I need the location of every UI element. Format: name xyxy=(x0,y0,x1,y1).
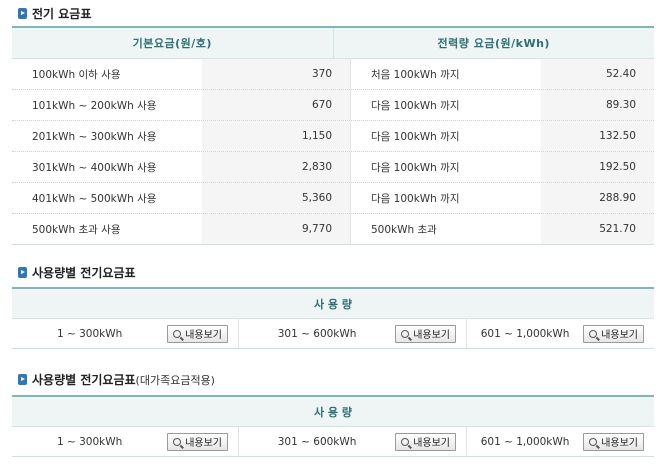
view-details-button[interactable]: 내용보기 xyxy=(583,432,644,451)
energy-value: 89.30 xyxy=(541,90,654,120)
basic-value: 370 xyxy=(202,59,351,89)
rate-table-header: 기본요금(원/호) 전력량 요금(원/kWh) xyxy=(12,28,654,59)
energy-value: 192.50 xyxy=(541,152,654,182)
energy-value: 52.40 xyxy=(541,59,654,89)
view-details-button[interactable]: 내용보기 xyxy=(395,324,456,343)
usage-range-label: 601 ~ 1,000kWh xyxy=(480,435,570,448)
usage-header: 사 용 량 xyxy=(12,397,654,427)
button-label: 내용보기 xyxy=(413,330,450,341)
basic-label: 101kWh ~ 200kWh 사용 xyxy=(32,99,157,112)
view-details-button[interactable]: 내용보기 xyxy=(395,432,456,451)
header-energy-charge: 전력량 요금(원/kWh) xyxy=(437,37,550,50)
header-basic-charge: 기본요금(원/호) xyxy=(12,28,334,58)
view-details-button[interactable]: 내용보기 xyxy=(167,432,228,451)
usage-cell: 1 ~ 300kWh 내용보기 xyxy=(12,319,239,348)
view-details-button[interactable]: 내용보기 xyxy=(167,324,228,343)
button-label: 내용보기 xyxy=(185,330,222,341)
bullet-arrow-icon xyxy=(18,374,27,385)
section-subtitle: (대가족요금적용) xyxy=(135,373,215,387)
table-row: 101kWh ~ 200kWh 사용 670 다음 100kWh 까지 89.3… xyxy=(12,90,654,121)
basic-label: 301kWh ~ 400kWh 사용 xyxy=(32,161,157,174)
basic-value: 670 xyxy=(202,90,351,120)
usage-range-label: 601 ~ 1,000kWh xyxy=(480,327,570,340)
usage-range-label: 1 ~ 300kWh xyxy=(56,435,123,448)
section-title-electric-rates: 전기 요금표 xyxy=(18,5,91,22)
usage-range-label: 301 ~ 600kWh xyxy=(277,327,357,340)
basic-label: 201kWh ~ 300kWh 사용 xyxy=(32,130,157,143)
section-title-text: 전기 요금표 xyxy=(32,7,92,21)
electric-rate-table: 기본요금(원/호) 전력량 요금(원/kWh) 100kWh 이하 사용 370… xyxy=(12,26,654,245)
magnifier-icon xyxy=(589,437,598,446)
table-row: 500kWh 초과 사용 9,770 500kWh 초과 521.70 xyxy=(12,214,654,244)
energy-label: 다음 100kWh 까지 xyxy=(371,192,460,205)
bullet-arrow-icon xyxy=(18,8,27,19)
basic-value: 1,150 xyxy=(202,121,351,151)
basic-label: 401kWh ~ 500kWh 사용 xyxy=(32,192,157,205)
usage-row: 1 ~ 300kWh 내용보기 301 ~ 600kWh 내용보기 601 ~ … xyxy=(12,319,654,348)
usage-rate-table: 사 용 량 1 ~ 300kWh 내용보기 301 ~ 600kWh 내용보기 … xyxy=(12,287,654,349)
magnifier-icon xyxy=(401,329,410,338)
large-family-usage-table: 사 용 량 1 ~ 300kWh 내용보기 301 ~ 600kWh 내용보기 … xyxy=(12,395,654,457)
basic-value: 2,830 xyxy=(202,152,351,182)
energy-label: 다음 100kWh 까지 xyxy=(371,99,460,112)
table-row: 301kWh ~ 400kWh 사용 2,830 다음 100kWh 까지 19… xyxy=(12,152,654,183)
magnifier-icon xyxy=(173,329,182,338)
button-label: 내용보기 xyxy=(185,438,222,449)
usage-range-label: 301 ~ 600kWh xyxy=(277,435,357,448)
basic-label: 500kWh 초과 사용 xyxy=(32,223,121,236)
usage-cell: 301 ~ 600kWh 내용보기 xyxy=(239,427,467,456)
usage-cell: 1 ~ 300kWh 내용보기 xyxy=(12,427,239,456)
usage-cell: 601 ~ 1,000kWh 내용보기 xyxy=(467,319,654,348)
basic-value: 9,770 xyxy=(202,214,351,244)
section-title-text: 사용량별 전기요금표 xyxy=(32,373,136,387)
section-title-large-family-rates: 사용량별 전기요금표 (대가족요금적용) xyxy=(18,371,215,388)
usage-cell: 601 ~ 1,000kWh 내용보기 xyxy=(467,427,654,456)
table-row: 401kWh ~ 500kWh 사용 5,360 다음 100kWh 까지 28… xyxy=(12,183,654,214)
usage-row: 1 ~ 300kWh 내용보기 301 ~ 600kWh 내용보기 601 ~ … xyxy=(12,427,654,456)
table-row: 201kWh ~ 300kWh 사용 1,150 다음 100kWh 까지 13… xyxy=(12,121,654,152)
bullet-arrow-icon xyxy=(18,267,27,278)
magnifier-icon xyxy=(589,329,598,338)
button-label: 내용보기 xyxy=(413,438,450,449)
section-title-text: 사용량별 전기요금표 xyxy=(32,266,136,280)
energy-value: 132.50 xyxy=(541,121,654,151)
energy-value: 288.90 xyxy=(541,183,654,213)
energy-value: 521.70 xyxy=(541,214,654,244)
button-label: 내용보기 xyxy=(601,330,638,341)
table-row: 100kWh 이하 사용 370 처음 100kWh 까지 52.40 xyxy=(12,59,654,90)
energy-label: 500kWh 초과 xyxy=(371,223,437,236)
basic-label: 100kWh 이하 사용 xyxy=(32,68,121,81)
usage-header: 사 용 량 xyxy=(12,289,654,319)
energy-label: 처음 100kWh 까지 xyxy=(371,68,460,81)
energy-label: 다음 100kWh 까지 xyxy=(371,161,460,174)
usage-cell: 301 ~ 600kWh 내용보기 xyxy=(239,319,467,348)
energy-label: 다음 100kWh 까지 xyxy=(371,130,460,143)
section-title-usage-rates: 사용량별 전기요금표 xyxy=(18,264,136,281)
button-label: 내용보기 xyxy=(601,438,638,449)
magnifier-icon xyxy=(173,437,182,446)
magnifier-icon xyxy=(401,437,410,446)
usage-range-label: 1 ~ 300kWh xyxy=(56,327,123,340)
basic-value: 5,360 xyxy=(202,183,351,213)
view-details-button[interactable]: 내용보기 xyxy=(583,324,644,343)
